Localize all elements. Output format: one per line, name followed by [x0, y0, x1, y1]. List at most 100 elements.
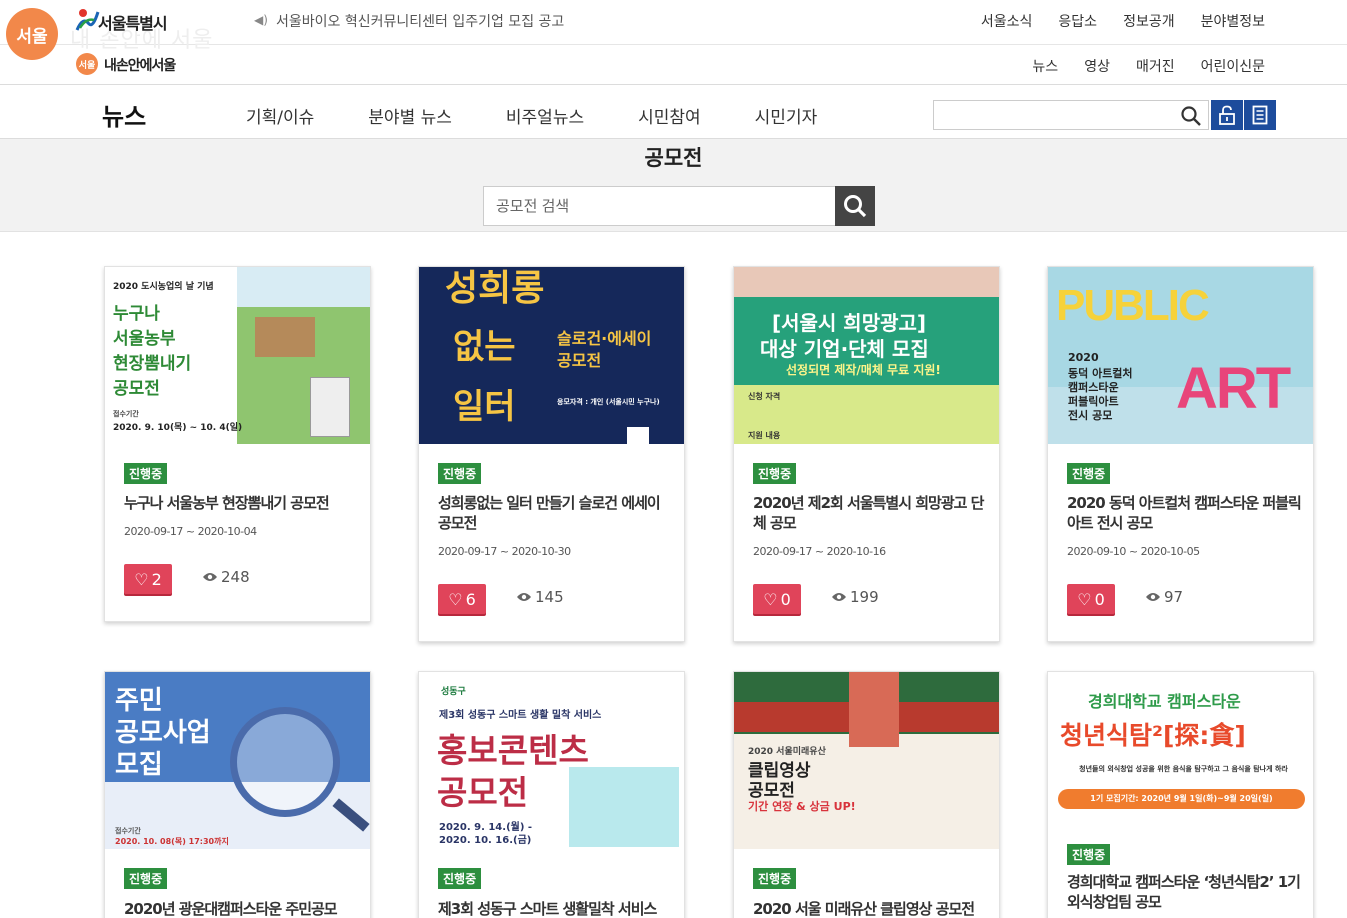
sub-nav-news[interactable]: 뉴스 — [1032, 56, 1058, 76]
card-title[interactable]: 제3회 성동구 스마트 생활밀착 서비스 — [438, 899, 674, 918]
contest-card[interactable]: 2020 도시농업의 날 기념 누구나 서울농부 현장뽐내기 공모전 접수기간 … — [104, 266, 371, 622]
view-count: 97 — [1145, 588, 1183, 606]
contest-search-input[interactable] — [483, 186, 836, 226]
document-icon — [1252, 105, 1268, 125]
top-search-input[interactable] — [934, 101, 1174, 129]
view-count-value: 145 — [535, 588, 564, 606]
thumb-text: PUBLIC — [1056, 281, 1210, 330]
card-date: 2020-09-17 ~ 2020-10-16 — [753, 545, 886, 558]
thumb-text: 슬로건·에세이 — [557, 329, 652, 348]
thumb-text: 홍보콘텐츠 — [437, 731, 589, 770]
util-nav-info-disclosure[interactable]: 정보공개 — [1123, 11, 1175, 31]
sub-nav-magazine[interactable]: 매거진 — [1136, 56, 1175, 76]
heart-icon: ♡ — [448, 589, 463, 609]
card-thumbnail[interactable]: 성동구 제3회 성동구 스마트 생활 밀착 서비스 홍보콘텐츠 공모전 2020… — [419, 672, 684, 849]
like-button[interactable]: ♡ 0 — [1067, 584, 1115, 614]
site-logo[interactable]: 내손안에서울 — [104, 55, 176, 75]
contest-card[interactable]: 2020 서울미래유산 클립영상 공모전 기간 연장 & 상금 UP! 진행중 … — [733, 671, 1000, 918]
thumb-text: 1기 모집기간: 2020년 9월 1일(화)~9월 20일(일) — [1090, 794, 1273, 803]
section-title[interactable]: 뉴스 — [102, 97, 146, 132]
qr-code — [627, 427, 649, 444]
card-thumbnail[interactable]: 성희롱 없는 일터 슬로건·에세이 공모전 응모자격 : 개인 (서울시민 누구… — [419, 267, 684, 444]
nav-item-citizen-participation[interactable]: 시민참여 — [638, 103, 701, 128]
nav-item-visual-news[interactable]: 비주얼뉴스 — [506, 103, 584, 128]
like-button[interactable]: ♡ 0 — [753, 584, 801, 614]
main-nav: 뉴스 기획/이슈 분야별 뉴스 비주얼뉴스 시민참여 시민기자 — [0, 86, 1347, 139]
nav-item-feature-issue[interactable]: 기획/이슈 — [246, 103, 314, 128]
thumb-text: 접수기간 — [113, 410, 139, 418]
status-badge: 진행중 — [124, 868, 168, 889]
thumb-text: 공모전 — [557, 351, 602, 370]
city-name[interactable]: 서울특별시 — [98, 10, 168, 34]
card-title[interactable]: 2020년 제2회 서울특별시 희망광고 단체 공모 — [753, 493, 989, 533]
contest-card[interactable]: 성동구 제3회 성동구 스마트 생활 밀착 서비스 홍보콘텐츠 공모전 2020… — [418, 671, 685, 918]
thumb-text: 경희대학교 캠퍼스타운 — [1088, 692, 1241, 711]
card-thumbnail[interactable]: 2020 도시농업의 날 기념 누구나 서울농부 현장뽐내기 공모전 접수기간 … — [105, 267, 370, 444]
thumb-text: 공모전 — [113, 379, 160, 399]
thumb-text: 접수기간 — [115, 827, 141, 835]
status-badge: 진행중 — [753, 463, 797, 484]
card-thumbnail[interactable]: 경희대학교 캠퍼스타운 청년식탐²[探:貪] 청년들의 외식창업 성공을 위한 … — [1048, 672, 1313, 827]
thumb-text: 전시 공모 — [1068, 409, 1113, 422]
thumb-text: 2020 — [1068, 351, 1099, 364]
thumb-text: 대상 기업·단체 모집 — [760, 337, 929, 361]
card-title[interactable]: 2020년 광운대캠퍼스타운 주민공모 — [124, 899, 360, 918]
eye-icon — [832, 593, 846, 601]
thumb-text: 현장뽐내기 — [113, 354, 192, 374]
eye-icon — [1146, 593, 1160, 601]
heart-icon: ♡ — [763, 589, 778, 609]
seoul-logo[interactable]: 서울 — [6, 8, 58, 60]
card-date: 2020-09-17 ~ 2020-10-04 — [124, 525, 257, 538]
like-count: 0 — [780, 589, 791, 609]
contest-card[interactable]: PUBLIC ART 2020 동덕 아트컬처 캠퍼스타운 퍼블릭아트 전시 공… — [1047, 266, 1314, 642]
thumb-text: 성동구 — [441, 687, 466, 697]
card-title[interactable]: 경희대학교 캠퍼스타운 ‘청년식탐2’ 1기 외식창업팀 공모 — [1067, 872, 1303, 912]
view-count: 248 — [202, 568, 250, 586]
status-badge: 진행중 — [1067, 844, 1111, 865]
nav-item-citizen-reporter[interactable]: 시민기자 — [755, 103, 818, 128]
sitemap-button[interactable] — [1244, 100, 1276, 130]
speaker-icon: ◀) — [254, 13, 268, 27]
nav-item-field-news[interactable]: 분야별 뉴스 — [368, 103, 452, 128]
status-badge: 진행중 — [753, 868, 797, 889]
view-count-value: 248 — [221, 568, 250, 586]
sub-nav-kids-paper[interactable]: 어린이신문 — [1201, 56, 1265, 76]
login-button[interactable] — [1211, 100, 1243, 130]
util-nav-field-info[interactable]: 분야별정보 — [1201, 11, 1265, 31]
util-nav-eungdapso[interactable]: 응답소 — [1058, 11, 1097, 31]
card-title[interactable]: 누구나 서울농부 현장뽐내기 공모전 — [124, 493, 360, 513]
card-thumbnail[interactable]: PUBLIC ART 2020 동덕 아트컬처 캠퍼스타운 퍼블릭아트 전시 공… — [1048, 267, 1313, 444]
sub-nav: 뉴스 영상 매거진 어린이신문 — [1032, 56, 1265, 76]
card-title[interactable]: 2020 서울 미래유산 클립영상 공모전 — [753, 899, 989, 918]
status-badge: 진행중 — [1067, 463, 1111, 484]
card-thumbnail[interactable]: 2020 서울미래유산 클립영상 공모전 기간 연장 & 상금 UP! — [734, 672, 999, 849]
contest-card[interactable]: 경희대학교 캠퍼스타운 청년식탐²[探:貪] 청년들의 외식창업 성공을 위한 … — [1047, 671, 1314, 918]
util-nav-seoul-news[interactable]: 서울소식 — [981, 11, 1033, 31]
contest-search-band: 공모전 — [0, 139, 1347, 232]
heart-icon: ♡ — [1077, 589, 1092, 609]
view-count: 199 — [831, 588, 879, 606]
thumb-text: 2020. 10. 16.(금) — [439, 835, 532, 846]
thumb-text: 선정되면 제작/매체 무료 지원! — [786, 363, 941, 377]
contest-search-button[interactable] — [835, 186, 875, 226]
contest-card[interactable]: 성희롱 없는 일터 슬로건·에세이 공모전 응모자격 : 개인 (서울시민 누구… — [418, 266, 685, 642]
card-title[interactable]: 성희롱없는 일터 만들기 슬로건 에세이 공모전 — [438, 493, 674, 533]
notice-ticker[interactable]: 서울바이오 혁신커뮤니티센터 입주기업 모집 공고 — [276, 11, 564, 31]
like-button[interactable]: ♡ 2 — [124, 564, 172, 594]
thumb-text: 모집 — [115, 750, 163, 780]
card-thumbnail[interactable]: 주민 공모사업 모집 접수기간 2020. 10. 08(목) 17:30까지 — [105, 672, 370, 849]
like-count: 2 — [151, 569, 162, 589]
page-title: 공모전 — [644, 146, 703, 170]
card-thumbnail[interactable]: [서울시 희망광고] 대상 기업·단체 모집 선정되면 제작/매체 무료 지원!… — [734, 267, 999, 444]
card-title[interactable]: 2020 동덕 아트컬처 캠퍼스타운 퍼블릭아트 전시 공모 — [1067, 493, 1303, 533]
thumb-text: [서울시 희망광고] — [772, 311, 927, 335]
contest-card[interactable]: 주민 공모사업 모집 접수기간 2020. 10. 08(목) 17:30까지 … — [104, 671, 371, 918]
seoul-city-mark-icon — [75, 9, 100, 31]
thumb-text: 2020. 9. 10(목) ~ 10. 4(일) — [113, 423, 243, 433]
utility-nav: 서울소식 응답소 정보공개 분야별정보 — [981, 11, 1265, 31]
search-icon[interactable] — [1180, 105, 1202, 127]
contest-card[interactable]: [서울시 희망광고] 대상 기업·단체 모집 선정되면 제작/매체 무료 지원!… — [733, 266, 1000, 642]
like-button[interactable]: ♡ 6 — [438, 584, 486, 614]
search-icon — [844, 195, 867, 218]
sub-nav-video[interactable]: 영상 — [1084, 56, 1110, 76]
